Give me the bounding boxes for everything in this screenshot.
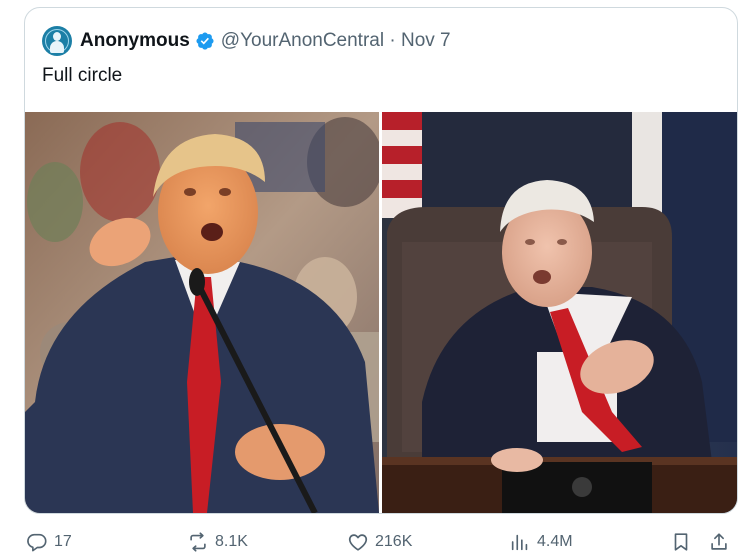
reply-icon [27,533,47,552]
like-count: 216K [375,533,413,550]
avatar[interactable] [42,26,72,56]
tweet-text: Full circle [42,65,123,86]
media-photo-right[interactable] [382,112,737,513]
media-photo-left[interactable] [25,112,379,513]
tweet-media[interactable] [25,112,737,513]
like-button[interactable]: 216K [347,527,412,557]
tweet-header: Anonymous @YourAnonCentral · Nov 7 [42,26,451,56]
repost-count: 8.1K [215,533,248,550]
analytics-icon [511,534,528,551]
handle-text[interactable]: @YourAnonCentral [221,30,384,51]
repost-icon [190,532,206,552]
view-count: 4.4M [537,533,573,550]
tweet-date[interactable]: Nov 7 [401,30,451,51]
reply-count: 17 [54,533,72,550]
heart-icon [348,534,368,551]
verified-badge-icon [196,32,214,50]
author-name[interactable]: Anonymous [80,30,190,52]
views-button[interactable]: 4.4M [509,527,573,557]
bookmark-icon [674,533,688,551]
reply-button[interactable]: 17 [26,527,72,557]
share-icon [711,533,727,550]
separator-dot: · [384,30,401,51]
share-button[interactable] [708,527,730,557]
tweet-card[interactable]: Anonymous @YourAnonCentral · Nov 7 Full … [24,7,738,514]
author-handle[interactable]: @YourAnonCentral · Nov 7 [221,30,451,52]
repost-button[interactable]: 8.1K [187,527,248,557]
bookmark-button[interactable] [670,527,692,557]
tweet-actions: 17 8.1K 216K 4.4M [0,527,749,557]
